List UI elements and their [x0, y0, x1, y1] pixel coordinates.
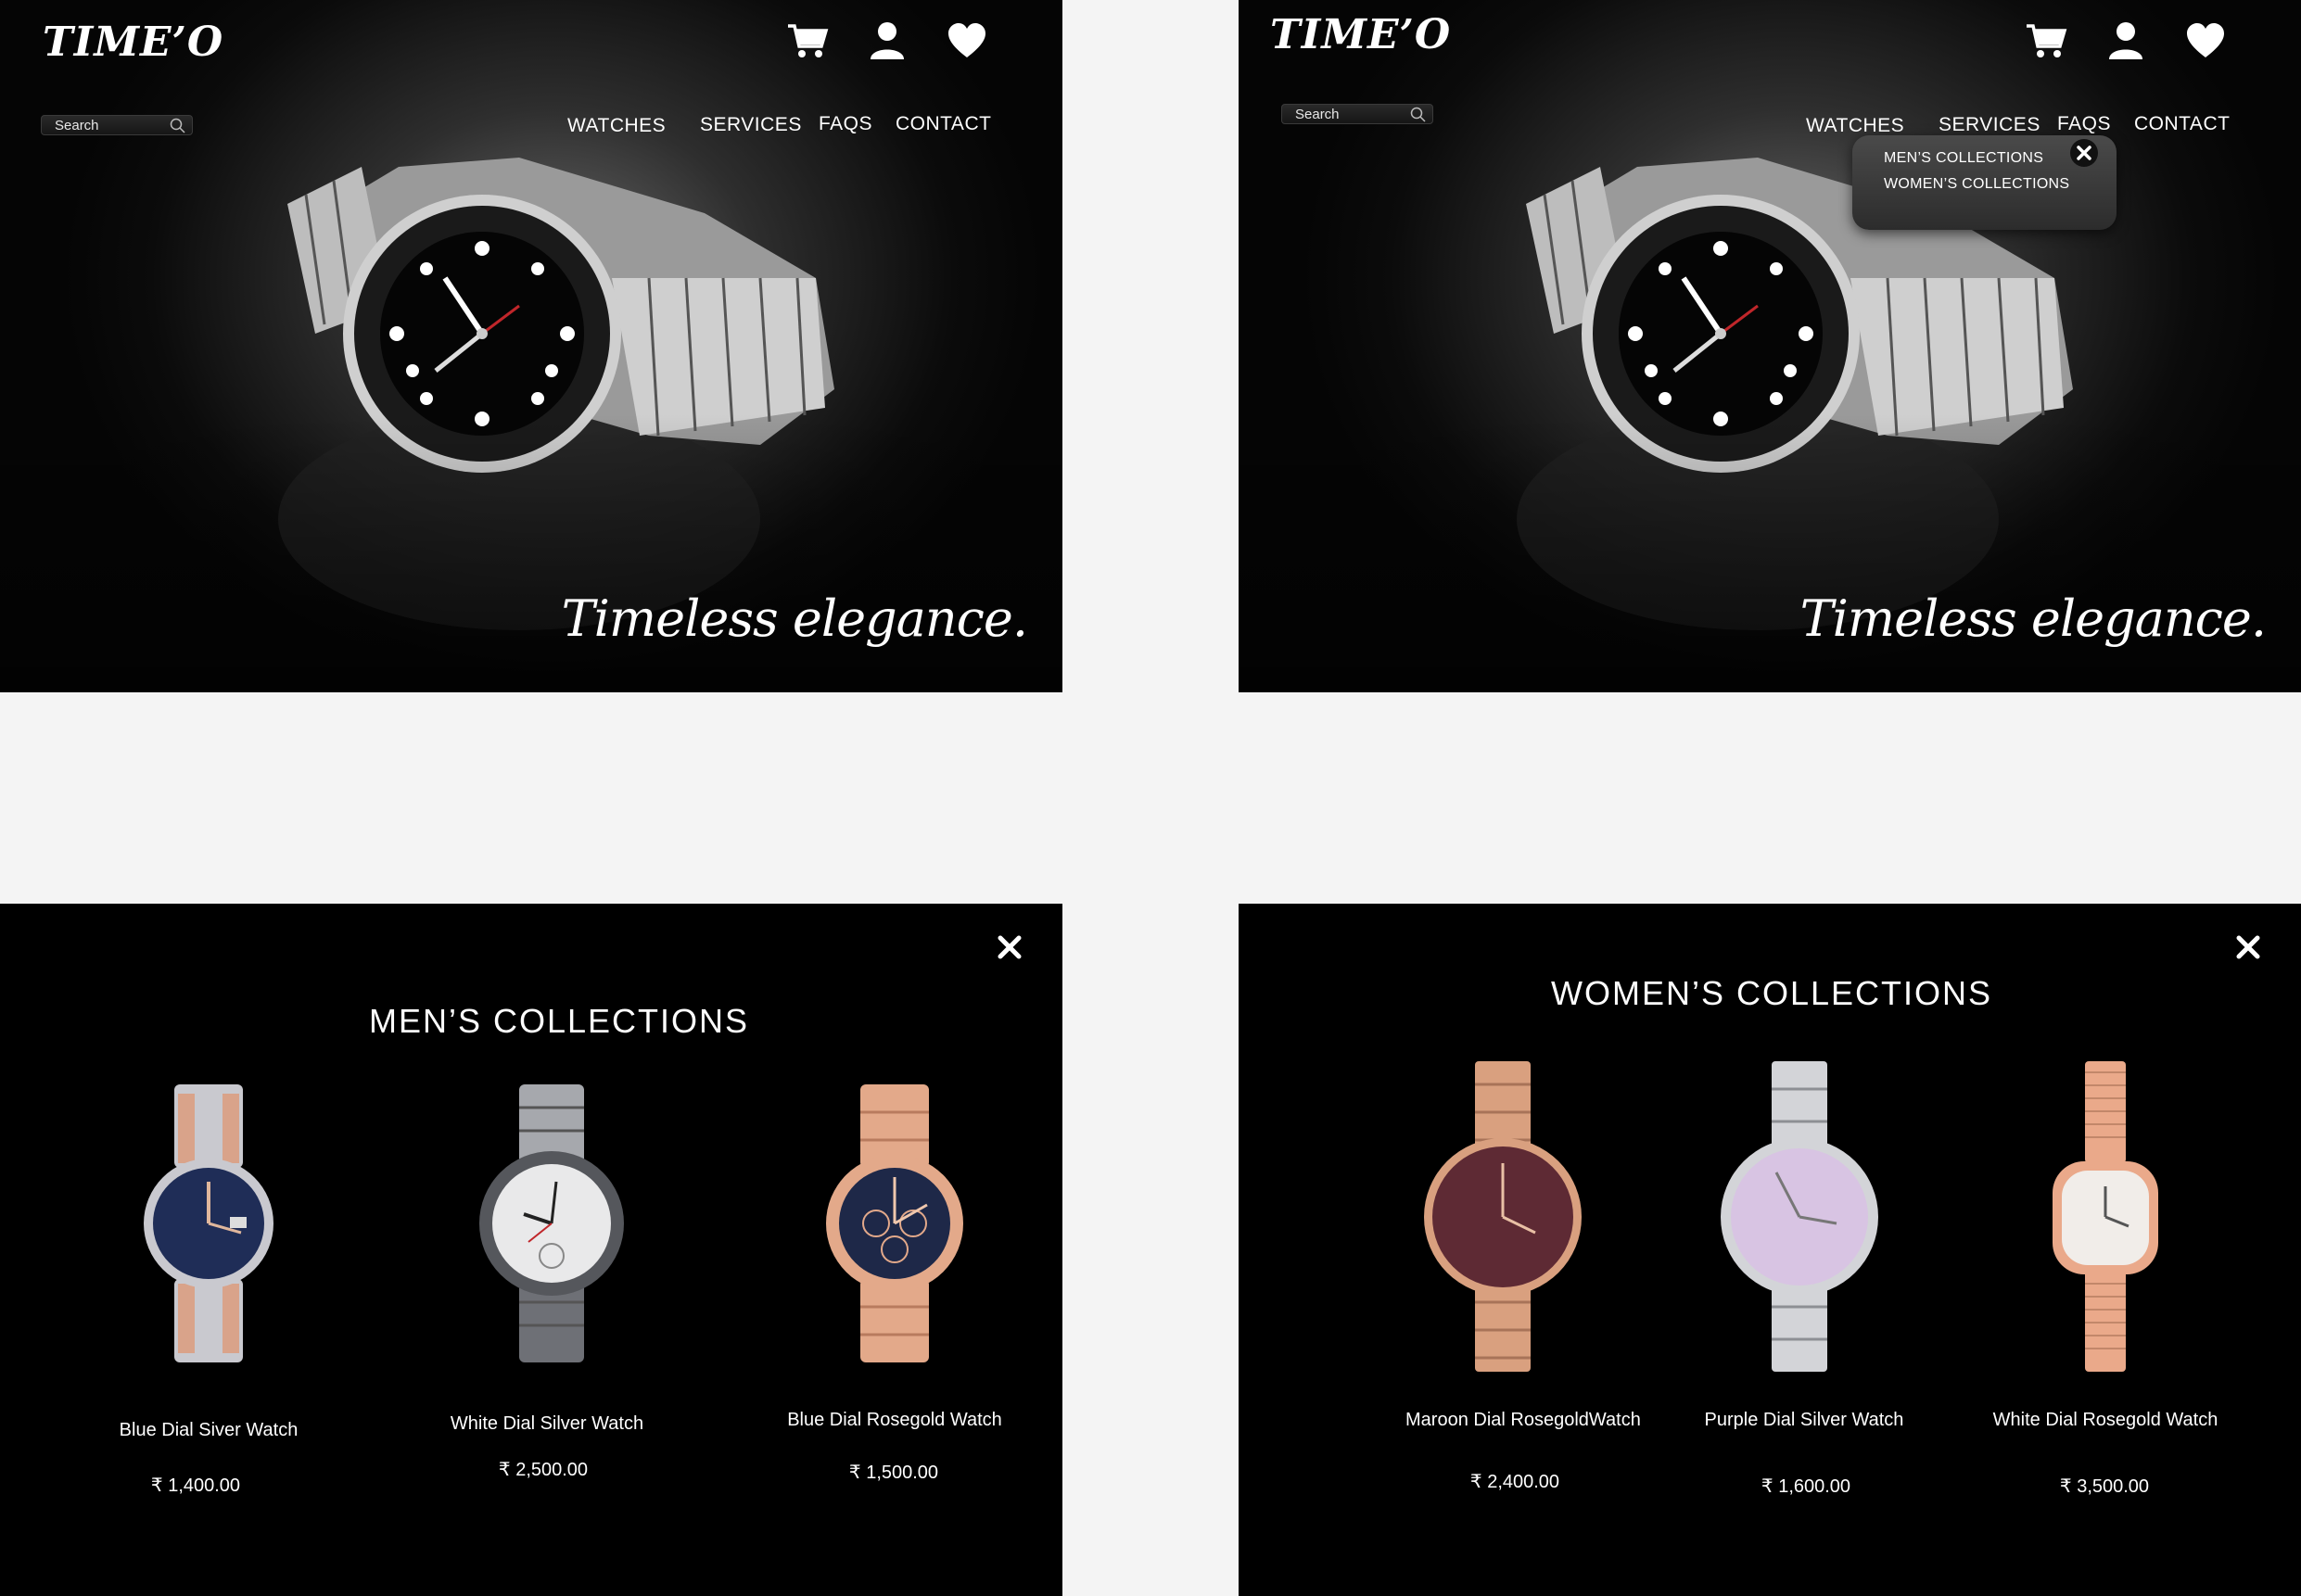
product-price: ₹ 1,600.00 — [1761, 1476, 1851, 1497]
dropdown-mens-collections[interactable]: MEN’S COLLECTIONS — [1884, 150, 2043, 167]
hero-floor-shade — [0, 414, 1062, 692]
collection-title: WOMEN’S COLLECTIONS — [1550, 974, 1993, 1012]
hero-tagline: Timeless elegance. — [561, 589, 1028, 648]
nav-contact[interactable]: CONTACT — [2134, 113, 2230, 135]
nav-watches[interactable]: WATCHES — [567, 115, 666, 137]
product-card[interactable] — [2027, 1061, 2184, 1372]
collection-title: MEN’S COLLECTIONS — [368, 1002, 750, 1040]
header-icons — [786, 20, 988, 61]
nav-services[interactable]: SERVICES — [700, 114, 802, 136]
product-price: ₹ 1,500.00 — [848, 1463, 939, 1483]
heart-icon[interactable] — [946, 20, 988, 61]
nav-watches[interactable]: WATCHES — [1806, 115, 1904, 137]
user-icon[interactable] — [866, 20, 909, 61]
cart-icon[interactable] — [786, 20, 829, 61]
mens-collections-screen: MEN’S COLLECTIONS Blue Dial Siver Watch … — [0, 904, 1062, 1596]
product-card[interactable] — [454, 1084, 649, 1362]
heart-icon[interactable] — [2184, 20, 2227, 61]
product-image[interactable] — [2027, 1061, 2184, 1372]
product-image[interactable] — [1424, 1061, 1582, 1372]
close-icon[interactable] — [996, 933, 1023, 961]
brand-logo[interactable]: TIME’O — [43, 19, 223, 66]
nav-faqs[interactable]: FAQS — [2057, 113, 2111, 135]
nav-services[interactable]: SERVICES — [1939, 114, 2040, 136]
womens-collections-screen: WOMEN’S COLLECTIONS Maroon Dial Rosegold… — [1239, 904, 2301, 1596]
product-price: ₹ 3,500.00 — [2059, 1476, 2150, 1497]
product-image[interactable] — [1721, 1061, 1878, 1372]
hero-menu-open-screen: TIME’O Search WATCHES SERVICES FAQS CONT… — [1239, 0, 2301, 692]
product-image[interactable] — [464, 1084, 640, 1362]
close-icon[interactable] — [2234, 933, 2262, 961]
header-icons — [2025, 20, 2227, 61]
product-price: ₹ 2,500.00 — [498, 1460, 589, 1480]
product-name[interactable]: Maroon Dial RosegoldWatch — [1405, 1410, 1641, 1431]
product-image[interactable] — [807, 1084, 983, 1362]
brand-logo[interactable]: TIME’O — [1270, 11, 1451, 58]
dropdown-womens-collections[interactable]: WOMEN’S COLLECTIONS — [1884, 176, 2069, 193]
hero-floor-shade — [1239, 414, 2301, 692]
search-placeholder: Search — [1295, 107, 1340, 122]
watches-dropdown: MEN’S COLLECTIONS WOMEN’S COLLECTIONS — [1852, 135, 2117, 230]
product-price: ₹ 1,400.00 — [150, 1476, 241, 1496]
product-card[interactable] — [797, 1084, 992, 1362]
hero-tagline: Timeless elegance. — [1799, 589, 2267, 648]
search-icon[interactable] — [170, 118, 186, 134]
nav-contact[interactable]: CONTACT — [896, 113, 991, 135]
product-name[interactable]: Blue Dial Siver Watch — [56, 1420, 362, 1441]
search-placeholder: Search — [55, 118, 99, 133]
hero-default-screen: TIME’O Search WATCHES SERVICES FAQS CONT… — [0, 0, 1062, 692]
user-icon[interactable] — [2104, 20, 2147, 61]
product-name[interactable]: White Dial Rosegold Watch — [1971, 1410, 2240, 1431]
search-input[interactable]: Search — [1281, 104, 1433, 124]
product-card[interactable] — [1424, 1061, 1582, 1372]
product-card[interactable] — [111, 1084, 306, 1362]
cart-icon[interactable] — [2025, 20, 2067, 61]
product-name[interactable]: White Dial Silver Watch — [389, 1413, 705, 1435]
product-name[interactable]: Blue Dial Rosegold Watch — [742, 1410, 1048, 1431]
product-card[interactable] — [1721, 1061, 1878, 1372]
nav-faqs[interactable]: FAQS — [819, 113, 872, 135]
close-icon — [2077, 146, 2091, 160]
search-icon[interactable] — [1410, 107, 1427, 123]
product-image[interactable] — [121, 1084, 297, 1362]
product-price: ₹ 2,400.00 — [1469, 1472, 1560, 1492]
search-input[interactable]: Search — [41, 115, 193, 135]
product-name[interactable]: Purple Dial Silver Watch — [1674, 1410, 1934, 1431]
dropdown-close-button[interactable] — [2070, 139, 2098, 167]
